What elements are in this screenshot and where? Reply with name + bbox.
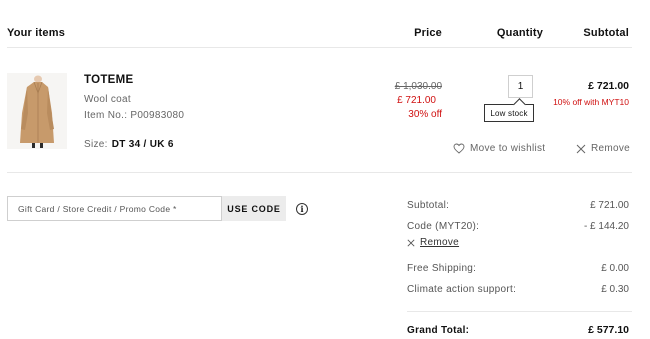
size-value: DT 34 / UK 6 [111, 139, 174, 150]
product-name: Wool coat [84, 94, 131, 105]
heart-icon [453, 143, 465, 154]
promo-code-input[interactable] [7, 196, 222, 221]
size-info: Size: DT 34 / UK 6 [84, 139, 174, 150]
close-icon [407, 238, 415, 247]
summary-divider [407, 311, 632, 312]
items-header: Your items [7, 27, 66, 39]
info-icon[interactable]: i [296, 203, 308, 215]
quantity-select[interactable]: 1 [508, 75, 533, 98]
climate-support-label: Climate action support: [407, 284, 517, 295]
shipping-label: Free Shipping: [407, 263, 477, 274]
grand-total-label: Grand Total: [407, 325, 470, 336]
subtotal-header: Subtotal [583, 27, 629, 39]
item-number: Item No.: P00983080 [84, 110, 185, 121]
remove-item-label: Remove [591, 143, 631, 154]
grand-total-value: £ 577.10 [588, 324, 629, 336]
price-header: Price [414, 27, 442, 39]
summary-subtotal-value: £ 721.00 [590, 200, 629, 211]
remove-item-button[interactable]: Remove [576, 143, 630, 154]
header-divider [7, 47, 632, 48]
move-to-wishlist-label: Move to wishlist [470, 143, 546, 154]
item-subtotal: £ 721.00 [588, 80, 629, 92]
product-image[interactable] [7, 73, 67, 149]
size-label: Size: [84, 139, 108, 150]
shipping-value: £ 0.00 [601, 263, 629, 274]
original-price: £ 1,030.00 [394, 81, 442, 92]
use-code-button[interactable]: USE CODE [222, 196, 286, 221]
sale-price: £ 721.00 [397, 95, 436, 106]
quantity-header: Quantity [496, 27, 544, 39]
remove-promo-button[interactable]: Remove [407, 237, 459, 248]
promo-code-label: Code (MYT20): [407, 221, 480, 232]
product-brand[interactable]: TOTEME [84, 74, 134, 86]
remove-promo-link[interactable]: Remove [420, 237, 459, 248]
summary-subtotal-label: Subtotal: [407, 200, 450, 211]
move-to-wishlist-button[interactable]: Move to wishlist [453, 143, 545, 154]
wool-coat-icon [7, 73, 67, 149]
close-icon [576, 144, 586, 153]
discount-percent: 30% off [408, 109, 442, 120]
promo-note: 10% off with MYT10 [553, 97, 629, 107]
low-stock-text: Low stock [490, 108, 528, 118]
climate-support-value: £ 0.30 [601, 284, 629, 295]
item-divider [7, 172, 632, 173]
promo-code-value: - £ 144.20 [583, 221, 629, 232]
